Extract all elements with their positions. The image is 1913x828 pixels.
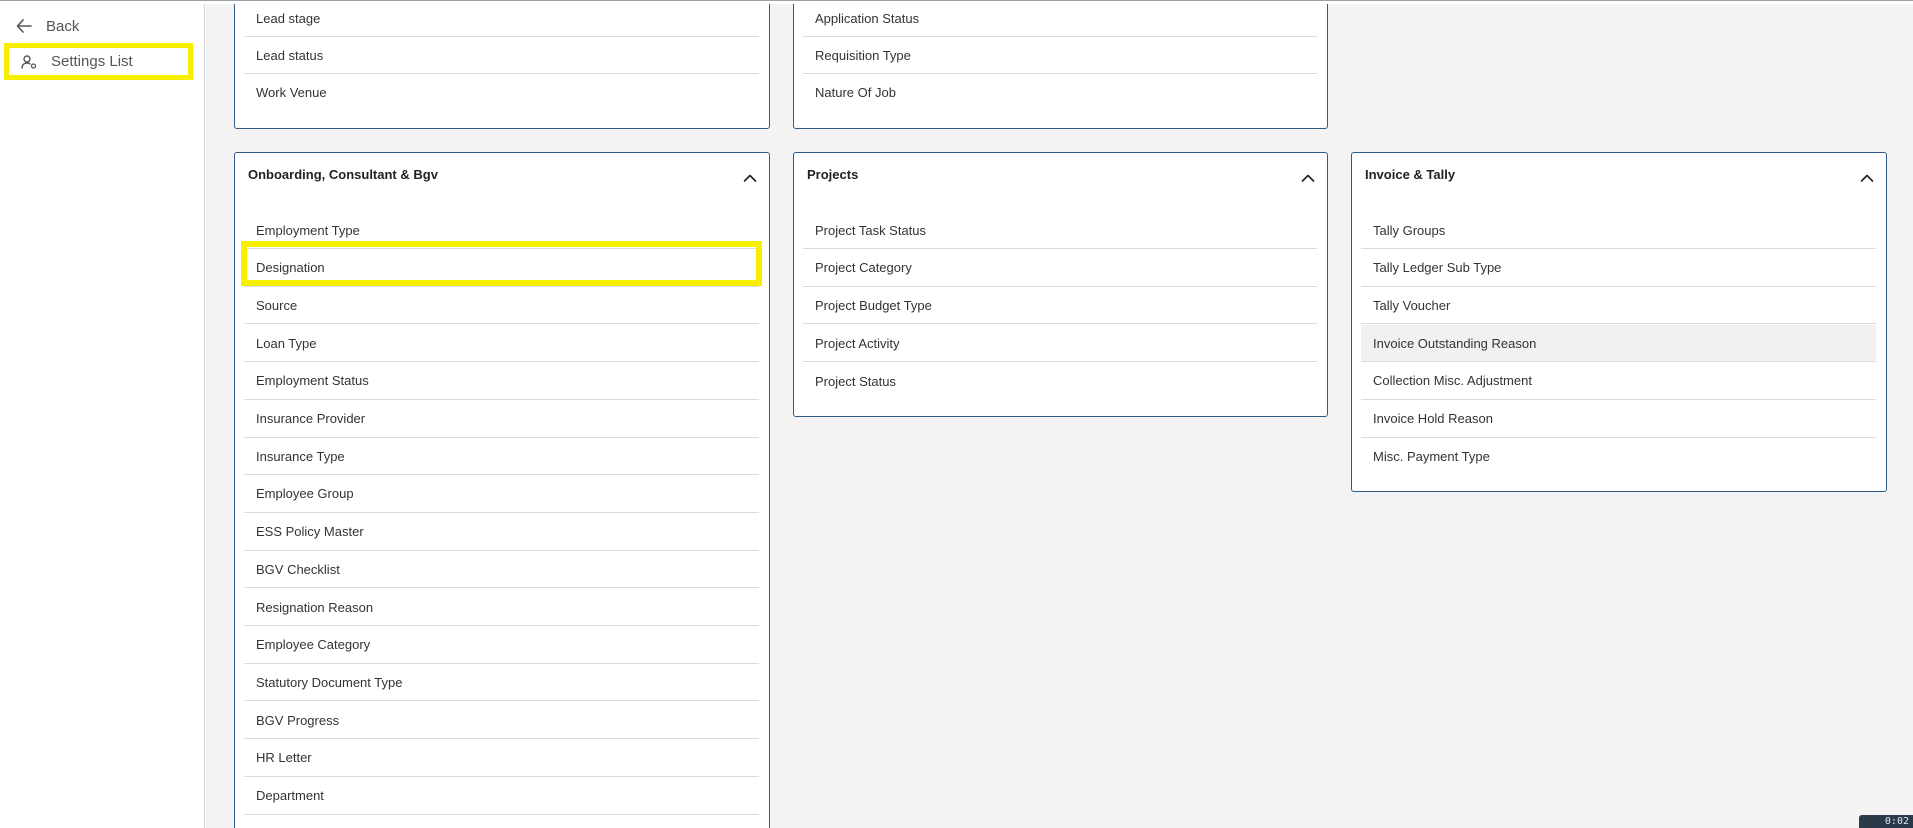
list-item[interactable]: Tally Ledger Sub Type [1361,250,1876,287]
list-item-label: Invoice Outstanding Reason [1373,335,1537,351]
list-item[interactable]: Project Category [803,250,1317,287]
sidebar-item-settings-list[interactable]: Settings List [4,43,193,80]
list-item[interactable]: Invoice Hold Reason [1361,401,1876,438]
card-title: Invoice & Tally [1365,167,1456,182]
arrow-left-icon [16,19,32,33]
list-item[interactable]: Project Activity [803,325,1317,363]
settings-list-label: Settings List [51,53,133,70]
card-recruitment: Application Status Requisition Type Natu… [793,4,1328,129]
list-item[interactable]: Invoice Outstanding Reason [1361,325,1876,363]
list-item-label: Project Category [815,260,912,276]
list-item-label: Lead status [256,47,324,63]
list-item[interactable]: Collection Misc. Adjustment [1361,363,1876,400]
list-item-label: Misc. Payment Type [1373,449,1490,465]
back-label: Back [46,17,80,35]
list-item-label: Designation [256,260,325,276]
list-item-label: Tally Groups [1373,222,1446,238]
list-item[interactable]: Source [244,287,759,325]
card-title: Projects [807,167,859,182]
list-item[interactable]: Department [244,778,759,815]
list-item-label: Tally Voucher [1373,297,1451,313]
sidebar: Back Settings List [0,4,205,828]
list-item-label: Application Status [815,10,920,26]
card-header: Invoice & Tally [1352,153,1886,203]
list-item-label: Source [256,297,298,313]
list-item[interactable]: Lead status [244,37,759,74]
list-item[interactable]: Misc. Payment Type [1361,438,1876,475]
card-invoice-tally: Invoice & Tally Tally Groups Tally Ledger… [1351,152,1887,492]
list-item[interactable]: Application Status [803,4,1317,37]
list-item[interactable]: Tally Groups [1361,212,1876,249]
list-item-label: ESS Policy Master [256,524,364,540]
list-item[interactable]: Employee Category [244,627,759,664]
list-item-label: Project Task Status [815,222,927,238]
card-header: Onboarding, Consultant & Bgv [235,153,769,203]
list-item-label: HR Letter [256,750,312,766]
chevron-up-icon[interactable] [1860,173,1874,183]
corner-clock: 0:02 [1859,815,1913,828]
list-item-label: BGV Checklist [256,561,340,577]
card-projects: Projects Project Task Status Project Cate… [793,152,1328,417]
list-item-label: Nature Of Job [815,85,896,100]
list-item[interactable]: Employee Group [244,476,759,513]
list-item[interactable]: Resignation Reason [244,589,759,626]
list-item[interactable]: ESS Policy Master [244,514,759,551]
list-item[interactable]: Work Venue [244,74,759,111]
card-onboarding: Onboarding, Consultant & Bgv Employment … [234,152,770,828]
list-item-label: Collection Misc. Adjustment [1373,373,1532,389]
card-leads: Lead stage Lead status Work Venue [234,4,770,129]
list-item-label: Employment Type [256,222,360,238]
list-item[interactable]: Project Task Status [803,212,1317,249]
list-item[interactable]: Nationality [244,815,759,828]
list-item[interactable]: Employment Type [244,212,759,249]
list-item-label: Statutory Document Type [256,674,403,690]
list-item[interactable]: Lead stage [244,4,759,37]
user-settings-icon [21,54,37,69]
list-item[interactable]: Statutory Document Type [244,664,759,702]
list-item-label: Loan Type [256,335,317,351]
list-item-label: Work Venue [256,85,327,100]
back-button[interactable]: Back [16,14,79,38]
list-item-label: Project Activity [815,335,900,351]
list-item-label: Lead stage [256,10,321,26]
card-title: Onboarding, Consultant & Bgv [248,167,438,182]
list-item-label: Project Status [815,373,896,389]
list-item[interactable]: Project Budget Type [803,287,1317,325]
list-item[interactable]: Insurance Type [244,438,759,476]
list-item-label: Project Budget Type [815,297,932,313]
card-header: Projects [794,153,1327,203]
list-item[interactable]: Requisition Type [803,37,1317,74]
list-item[interactable]: BGV Checklist [244,551,759,589]
list-item[interactable]: Insurance Provider [244,401,759,438]
list-item[interactable]: BGV Progress [244,702,759,740]
list-item-label: Insurance Type [256,448,345,464]
list-item[interactable]: Nature Of Job [803,74,1317,111]
list-item-label: BGV Progress [256,712,340,728]
list-item[interactable]: Employment Status [244,363,759,400]
list-item[interactable]: Tally Voucher [1361,287,1876,325]
list-item-label: Resignation Reason [256,599,374,615]
chevron-up-icon[interactable] [743,173,757,183]
list-item-label: Employee Group [256,486,354,502]
list-item-label: Tally Ledger Sub Type [1373,260,1502,276]
list-item-label: Employment Status [256,373,369,389]
list-item[interactable]: Project Status [803,363,1317,400]
list-item-label: Employee Category [256,637,371,653]
list-item-label: Requisition Type [815,47,911,63]
settings-grid: Lead stage Lead status Work Venue Applic… [206,4,1913,828]
list-item[interactable]: HR Letter [244,740,759,777]
list-item[interactable]: Designation [244,250,759,287]
list-item-label: Insurance Provider [256,411,366,426]
chevron-up-icon[interactable] [1301,173,1315,183]
list-item-label: Department [256,788,324,803]
list-item-label: Invoice Hold Reason [1373,411,1493,426]
list-item[interactable]: Loan Type [244,325,759,363]
